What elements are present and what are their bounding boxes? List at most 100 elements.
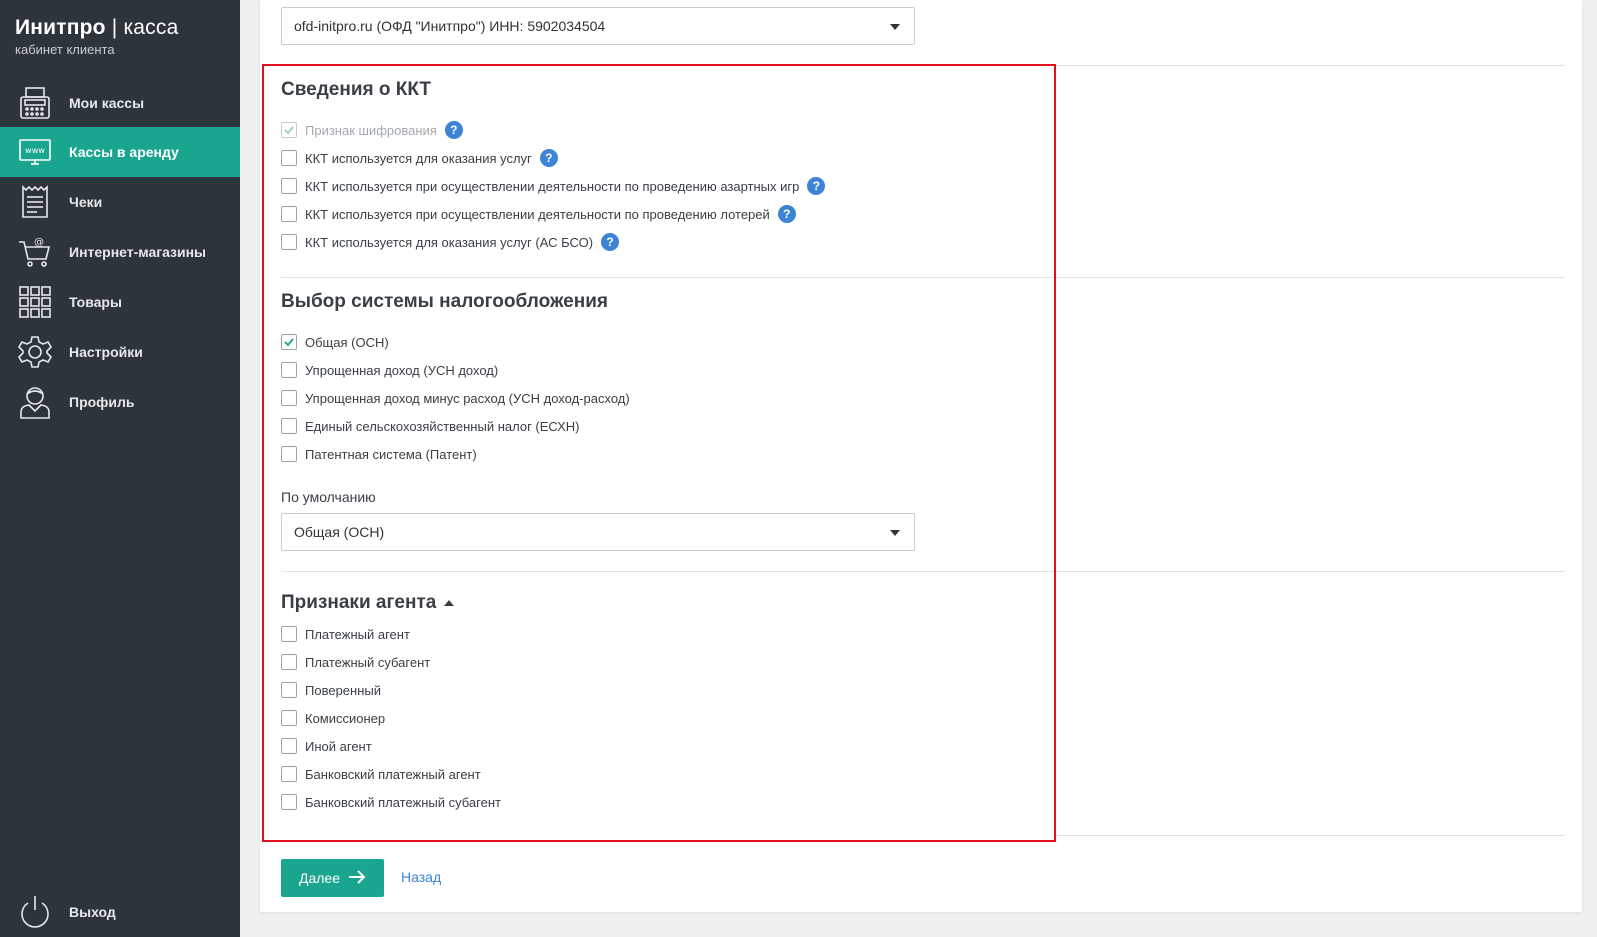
checkbox-services[interactable]: ККТ используется для оказания услуг ? [281,148,558,168]
checkbox-commission-agent[interactable]: Комиссионер [281,708,385,728]
logout-button[interactable]: Выход [0,887,240,937]
shopping-cart-icon: @ [15,232,55,272]
checkbox[interactable] [281,206,297,222]
checkbox-tax-usn-income-expense[interactable]: Упрощенная доход минус расход (УСН доход… [281,388,630,408]
help-icon[interactable]: ? [807,177,826,195]
svg-text:www: www [25,146,45,155]
checkbox-label: Упрощенная доход (УСН доход) [305,362,499,378]
sidebar: Инитпро | касса кабинет клиента Мои касс… [0,0,240,937]
checkbox-label: Общая (ОСН) [305,334,389,350]
ofd-select-value: ofd-initpro.ru (ОФД "Инитпро") ИНН: 5902… [294,18,606,34]
caret-up-icon [444,600,455,606]
checkbox[interactable] [281,766,297,782]
sidebar-item-label: Товары [69,294,122,310]
checkbox-tax-usn-income[interactable]: Упрощенная доход (УСН доход) [281,360,498,380]
cash-register-icon [15,83,55,123]
checkbox[interactable] [281,710,297,726]
www-monitor-icon: www [15,132,55,172]
grid-icon [15,282,55,322]
checkbox[interactable] [281,446,297,462]
checkbox-tax-eshn[interactable]: Единый сельскохозяйственный налог (ЕСХН) [281,416,579,436]
checkbox-encryption[interactable]: Признак шифрования ? [281,120,463,140]
checkbox-payment-subagent[interactable]: Платежный субагент [281,652,430,672]
checkbox[interactable] [281,682,297,698]
checkbox-bank-payment-subagent[interactable]: Банковский платежный субагент [281,792,501,812]
help-icon[interactable]: ? [777,205,796,223]
checkbox-label: Платежный субагент [305,654,431,670]
brand: Инитпро | касса кабинет клиента [0,0,240,90]
checkbox-as-bso[interactable]: ККТ используется для оказания услуг (АС … [281,232,620,252]
sidebar-item-settings[interactable]: Настройки [0,327,240,377]
default-tax-select-value: Общая (ОСН) [294,524,385,540]
sidebar-item-label: Мои кассы [69,95,145,111]
divider [281,571,1565,572]
checkbox[interactable] [281,654,297,670]
checkbox[interactable] [281,418,297,434]
checkbox-tax-osn[interactable]: Общая (ОСН) [281,332,389,352]
chevron-down-icon [890,24,900,30]
checkbox[interactable] [281,738,297,754]
sidebar-item-rental-registers[interactable]: www Кассы в аренду [0,127,240,177]
brand-product: касса [123,16,179,39]
checkbox-label: Признак шифрования [305,122,437,138]
checkbox-lottery[interactable]: ККТ используется при осуществлении деяте… [281,204,796,224]
sidebar-item-label: Профиль [69,394,135,410]
brand-subtitle: кабинет клиента [15,42,115,57]
brand-separator: | [105,16,124,39]
checkbox-gambling[interactable]: ККТ используется при осуществлении деяте… [281,176,826,196]
brand-title[interactable]: Инитпро | касса [15,16,240,40]
sidebar-item-my-registers[interactable]: Мои кассы [0,78,240,128]
sidebar-item-receipts[interactable]: Чеки [0,177,240,227]
sidebar-item-label: Интернет-магазины [69,244,207,260]
next-button-label: Далее [298,870,340,886]
checkbox[interactable] [281,362,297,378]
checkbox-label: Единый сельскохозяйственный налог (ЕСХН) [305,418,580,434]
divider [1056,835,1565,836]
default-tax-select[interactable]: Общая (ОСН) [281,513,915,551]
checkbox-label: ККТ используется при осуществлении деяте… [305,206,770,222]
help-icon[interactable]: ? [539,149,558,167]
ofd-select[interactable]: ofd-initpro.ru (ОФД "Инитпро") ИНН: 5902… [281,7,915,45]
checkbox[interactable] [281,150,297,166]
checkbox-label: Иной агент [305,738,372,754]
checkbox-attorney[interactable]: Поверенный [281,680,381,700]
checkbox-label: Банковский платежный агент [305,766,481,782]
agent-section-title: Признаки агента [281,592,437,613]
kkt-section-title: Сведения о ККТ [281,79,432,100]
scrollbar[interactable] [1585,0,1597,937]
checkbox-label: Упрощенная доход минус расход (УСН доход… [305,390,630,406]
checkbox-label: ККТ используется для оказания услуг [305,150,532,166]
checkbox-tax-patent[interactable]: Патентная система (Патент) [281,444,477,464]
checkbox-other-agent[interactable]: Иной агент [281,736,372,756]
back-link[interactable]: Назад [401,869,441,885]
sidebar-item-online-stores[interactable]: @ Интернет-магазины [0,227,240,277]
checkbox-label: Комиссионер [305,710,386,726]
logout-label: Выход [69,904,116,920]
checkbox-bank-payment-agent[interactable]: Банковский платежный агент [281,764,481,784]
checkbox[interactable] [281,390,297,406]
checkbox-payment-agent[interactable]: Платежный агент [281,624,410,644]
divider [281,277,1565,278]
checkbox[interactable] [281,794,297,810]
sidebar-item-label: Чеки [69,194,103,210]
checkbox-label: Платежный агент [305,626,410,642]
checkbox-label: Поверенный [305,682,381,698]
help-icon[interactable]: ? [601,233,620,251]
checkbox[interactable] [281,178,297,194]
checkbox[interactable] [281,234,297,250]
checkbox[interactable] [281,626,297,642]
sidebar-item-profile[interactable]: Профиль [0,377,240,427]
default-tax-label: По умолчанию [281,489,376,505]
checkbox-label: Патентная система (Патент) [305,446,477,462]
check-icon [284,126,294,135]
divider [1056,65,1565,66]
agent-section-toggle[interactable]: Признаки агента [281,592,455,614]
checkbox[interactable] [281,122,297,138]
help-icon[interactable]: ? [444,121,463,139]
checkbox-label: ККТ используется при осуществлении деяте… [305,178,800,194]
tax-section-title: Выбор системы налогообложения [281,291,608,312]
sidebar-item-label: Кассы в аренду [69,144,179,160]
sidebar-item-goods[interactable]: Товары [0,277,240,327]
checkbox[interactable] [281,334,297,350]
next-button[interactable]: Далее [281,859,384,897]
